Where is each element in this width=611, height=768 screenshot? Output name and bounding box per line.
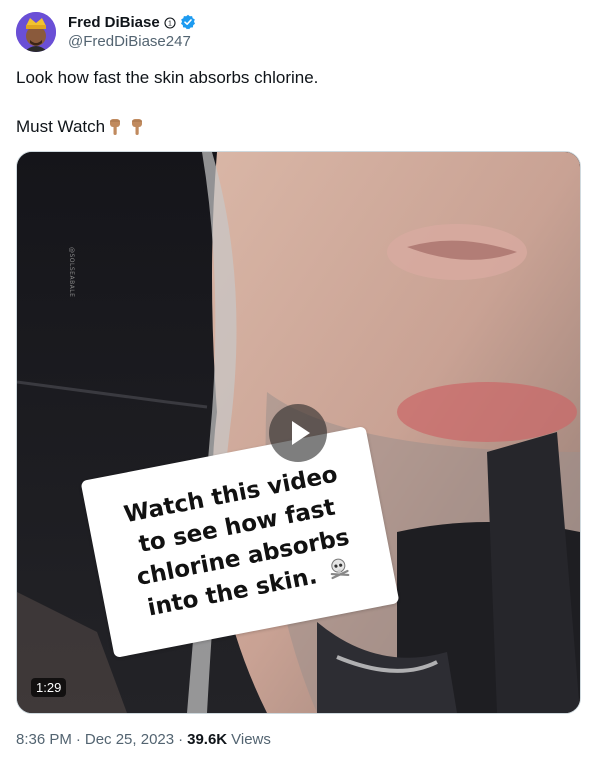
tweet-time[interactable]: 8:36 PM [16,731,72,748]
skull-crossbones-icon [326,554,354,590]
pointing-down-hand-icon [107,118,123,136]
svg-text:1: 1 [168,21,172,28]
meta-separator: · [178,731,184,748]
video-duration-badge: 1:29 [31,678,67,697]
display-name[interactable]: Fred DiBiase [68,14,160,31]
author-handle[interactable]: @FredDiBiase247 [68,33,191,50]
pointing-down-hand-icon [129,118,145,136]
play-button[interactable] [269,404,327,462]
tweet-text-line-1: Look how fast the skin absorbs chlorine. [16,68,319,87]
tweet-text-line-2: Must Watch [16,117,145,137]
video-watermark: @SOLSEABALE [68,247,75,298]
meta-separator: · [75,731,81,748]
tweet-meta: 8:36 PM · Dec 25, 2023 · 39.6K Views [16,731,271,748]
tweet-text-must-watch: Must Watch [16,117,106,136]
views-count: 39.6K [187,731,228,748]
verified-badge-icon [180,14,196,30]
views-label: Views [231,731,271,748]
avatar[interactable] [16,12,56,52]
video-player[interactable]: @SOLSEABALE Watch this video to see how … [16,151,581,714]
tweet: Fred DiBiase 1 @FredDiBiase247 Look how … [0,0,611,768]
author-name-row: Fred DiBiase 1 [68,12,196,32]
tweet-date[interactable]: Dec 25, 2023 [85,731,174,748]
play-icon [292,421,310,445]
affiliate-badge-icon: 1 [164,16,176,29]
